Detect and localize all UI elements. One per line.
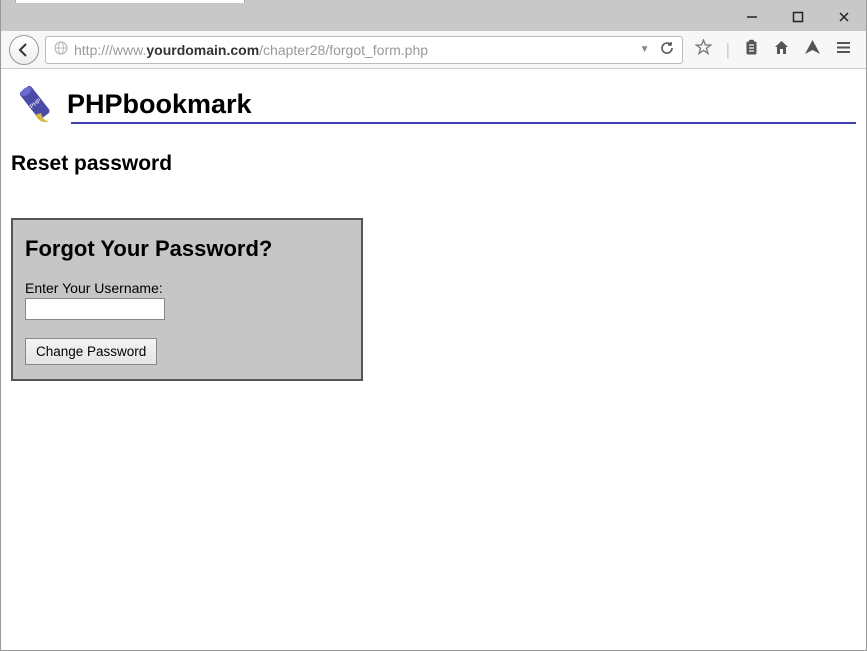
change-password-button[interactable]: Change Password (25, 338, 157, 365)
url-text: http:///www.yourdomain.com/chapter28/for… (74, 42, 634, 58)
url-path: /chapter28/forgot_form.php (259, 42, 428, 58)
reload-icon[interactable] (660, 41, 674, 59)
globe-icon (54, 41, 68, 58)
bookmark-star-icon[interactable] (695, 39, 712, 61)
url-dropdown-icon[interactable]: ▼ (640, 44, 650, 55)
clipboard-icon[interactable] (744, 39, 759, 61)
username-label: Enter Your Username: (25, 280, 349, 296)
menu-icon[interactable] (835, 39, 852, 61)
forgot-password-form: Forgot Your Password? Enter Your Usernam… (11, 218, 363, 381)
maximize-button[interactable] (784, 6, 812, 28)
separator: | (726, 40, 730, 60)
home-icon[interactable] (773, 39, 790, 61)
url-bar[interactable]: http:///www.yourdomain.com/chapter28/for… (45, 36, 683, 64)
tab-reset-password[interactable]: Reset password × (15, 0, 245, 3)
header-rule (71, 122, 856, 124)
bookmark-logo-icon: PHP (11, 81, 61, 127)
window-titlebar (1, 3, 866, 31)
send-icon[interactable] (804, 39, 821, 61)
back-button[interactable] (9, 35, 39, 65)
site-title: PHPbookmark (67, 89, 252, 120)
browser-window: Reset password × + http:///www.yourdomai… (0, 0, 867, 651)
site-header: PHP PHPbookmark (11, 81, 856, 127)
browser-toolbar: http:///www.yourdomain.com/chapter28/for… (1, 31, 866, 69)
url-domain: yourdomain.com (146, 42, 259, 58)
toolbar-icons: | (689, 39, 858, 61)
close-button[interactable] (830, 6, 858, 28)
page-content: PHP PHPbookmark Reset password Forgot Yo… (1, 69, 866, 650)
minimize-button[interactable] (738, 6, 766, 28)
username-input[interactable] (25, 298, 165, 320)
page-heading: Reset password (11, 152, 856, 176)
form-title: Forgot Your Password? (25, 236, 349, 262)
url-prefix: http:///www. (74, 42, 146, 58)
